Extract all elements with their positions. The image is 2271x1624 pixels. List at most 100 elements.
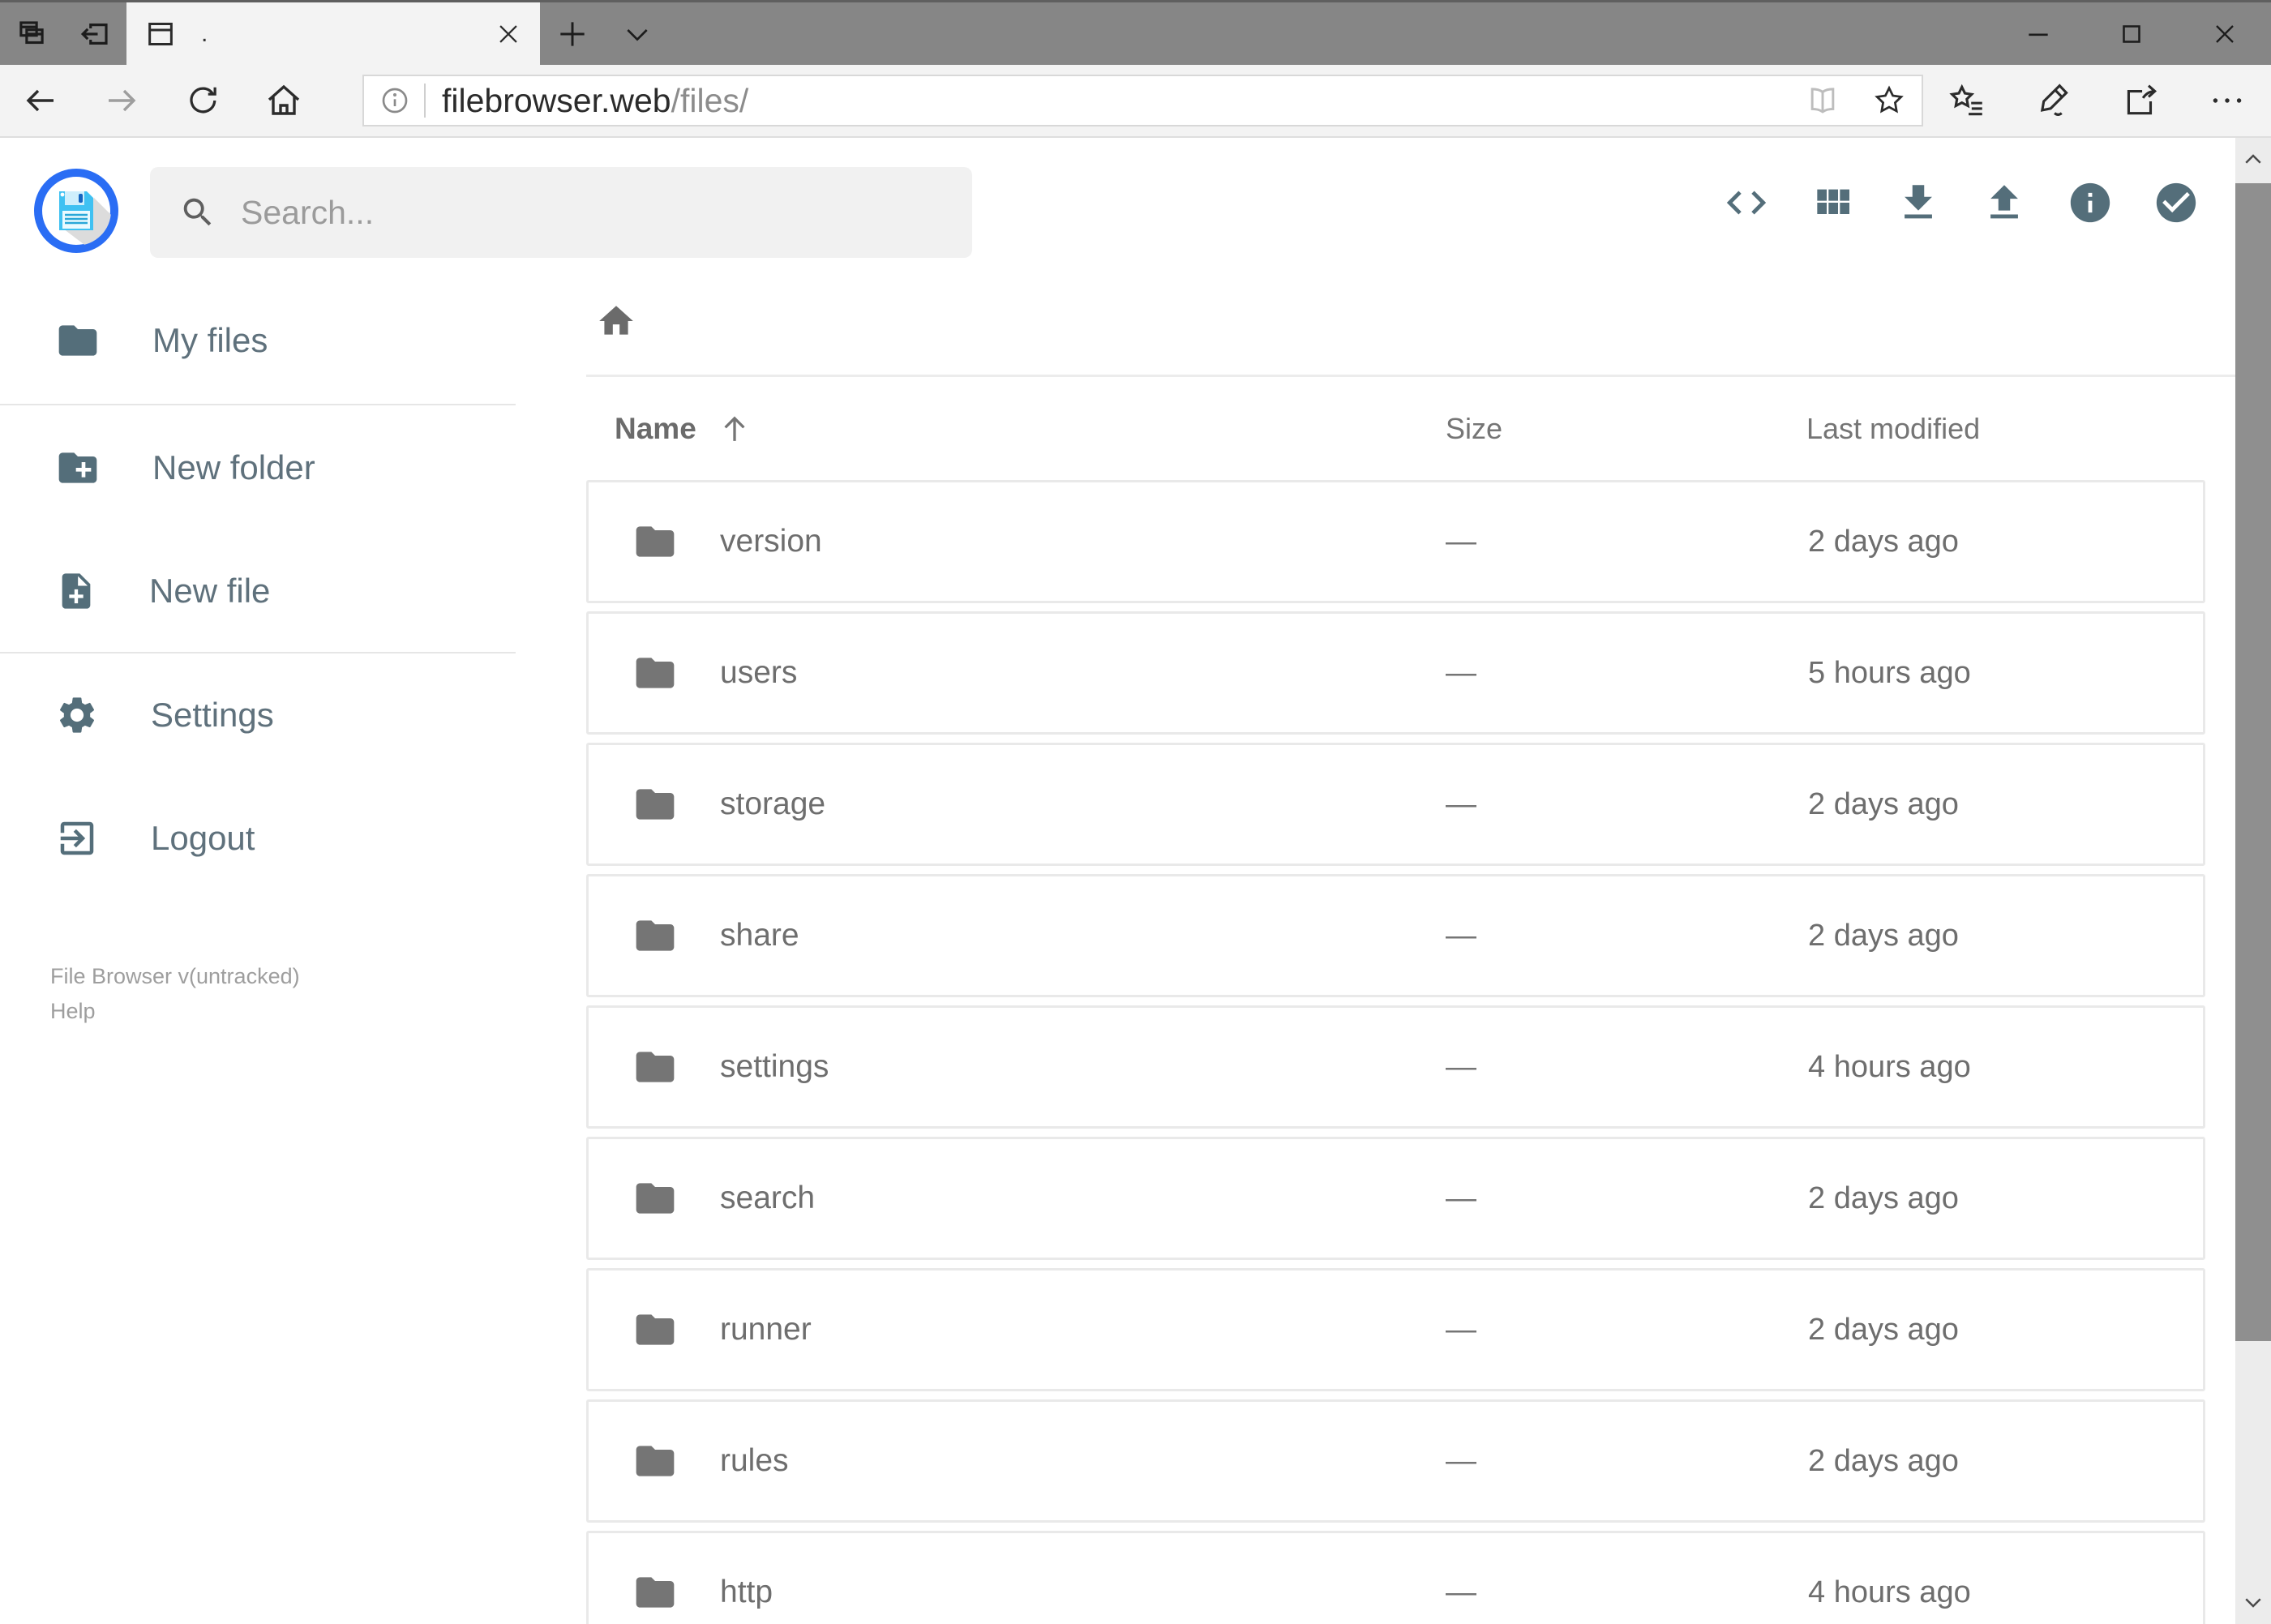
new-file-icon [55, 570, 97, 612]
file-size: — [1446, 524, 1476, 559]
shell-button[interactable] [1723, 179, 1770, 226]
scroll-down-button[interactable] [2235, 1580, 2271, 1624]
file-row-storage[interactable]: storage — 2 days ago [586, 743, 2205, 866]
file-row-users[interactable]: users — 5 hours ago [586, 611, 2205, 735]
refresh-icon [184, 82, 221, 119]
search-bar[interactable] [150, 167, 972, 258]
file-size: — [1446, 918, 1476, 953]
hub-button[interactable] [1923, 64, 2010, 137]
check-circle-icon [2153, 179, 2200, 226]
gear-icon [55, 693, 99, 737]
info-icon [2067, 179, 2114, 226]
folder-icon [632, 1438, 678, 1484]
sidebar-item-label: New folder [152, 448, 315, 486]
upload-button[interactable] [1981, 179, 2028, 226]
window-close-button[interactable] [2178, 2, 2271, 65]
web-note-button[interactable] [2010, 64, 2097, 137]
folder-icon [632, 519, 678, 564]
sidebar-item-new-file[interactable]: New file [0, 551, 586, 632]
file-name: users [720, 655, 798, 690]
home-icon [264, 81, 303, 120]
maximize-button[interactable] [2085, 2, 2178, 65]
home-icon[interactable] [596, 301, 636, 341]
folder-icon [632, 1176, 678, 1221]
forward-button[interactable] [81, 64, 162, 137]
settings-menu-button[interactable] [2183, 64, 2270, 137]
file-name: version [720, 524, 822, 559]
forward-icon [102, 81, 141, 120]
floppy-disk-logo-icon [34, 169, 118, 253]
search-input[interactable] [241, 193, 930, 232]
home-button[interactable] [243, 64, 324, 137]
file-name: rules [720, 1443, 789, 1478]
select-multiple-button[interactable] [2153, 179, 2200, 226]
file-size: — [1446, 1181, 1476, 1215]
column-header-size[interactable]: Size [1446, 412, 1502, 446]
page-scrollbar[interactable] [2235, 138, 2271, 1624]
tab-title: . [201, 19, 208, 47]
sidebar-item-new-folder[interactable]: New folder [0, 427, 586, 508]
browser-tab[interactable]: . [126, 2, 540, 65]
file-rows: version — 2 days ago users — 5 hours ago… [586, 480, 2235, 1624]
minimize-button[interactable] [1991, 2, 2085, 65]
share-button[interactable] [2097, 64, 2183, 137]
info-icon[interactable] [379, 84, 411, 117]
tabs-dropdown-button[interactable] [605, 2, 670, 65]
download-button[interactable] [1895, 179, 1942, 226]
back-icon [21, 81, 60, 120]
sidebar-item-my-files[interactable]: My files [0, 300, 586, 381]
header-toolbar [1723, 138, 2200, 268]
file-modified: 4 hours ago [1808, 1575, 1971, 1609]
file-modified: 5 hours ago [1808, 655, 1971, 690]
file-row-search[interactable]: search — 2 days ago [586, 1137, 2205, 1260]
scrollbar-thumb[interactable] [2235, 183, 2271, 1341]
folder-icon [632, 1570, 678, 1615]
sidebar-item-label: Logout [151, 819, 255, 857]
refresh-button[interactable] [162, 64, 243, 137]
minimize-icon [2022, 18, 2055, 50]
browser-navbar: filebrowser.web/files/ [0, 65, 2271, 138]
file-name: settings [720, 1049, 829, 1084]
close-icon [2209, 18, 2241, 50]
favorite-star-button[interactable] [1871, 83, 1907, 118]
url-bar[interactable]: filebrowser.web/files/ [362, 75, 1923, 126]
grid-view-button[interactable] [1809, 179, 1856, 226]
file-row-rules[interactable]: rules — 2 days ago [586, 1399, 2205, 1523]
logout-icon [55, 816, 99, 860]
app-header [0, 138, 2271, 268]
column-header-modified[interactable]: Last modified [1806, 412, 1980, 446]
file-listing: Name Size Last modified version — 2 days… [586, 268, 2235, 1624]
new-tab-button[interactable] [540, 2, 605, 65]
sidebar-item-logout[interactable]: Logout [0, 798, 586, 879]
file-row-share[interactable]: share — 2 days ago [586, 874, 2205, 997]
tab-close-button[interactable] [495, 20, 522, 48]
file-row-version[interactable]: version — 2 days ago [586, 480, 2205, 603]
info-button[interactable] [2067, 179, 2114, 226]
reading-view-button[interactable] [1805, 83, 1840, 118]
file-size: — [1446, 1049, 1476, 1084]
file-size: — [1446, 1443, 1476, 1478]
file-row-settings[interactable]: settings — 4 hours ago [586, 1005, 2205, 1129]
folder-icon [632, 1044, 678, 1090]
set-tabs-aside-button[interactable] [63, 2, 126, 65]
download-icon [1895, 179, 1942, 226]
file-row-runner[interactable]: runner — 2 days ago [586, 1268, 2205, 1391]
filebrowser-logo[interactable] [34, 169, 118, 253]
sidebar-item-settings[interactable]: Settings [0, 675, 586, 756]
tab-preview-button[interactable] [0, 2, 63, 65]
help-link[interactable]: Help [50, 999, 586, 1024]
folder-icon [55, 318, 101, 363]
file-modified: 2 days ago [1808, 786, 1959, 821]
page-icon [144, 18, 177, 50]
url-separator [424, 84, 426, 118]
file-row-http[interactable]: http — 4 hours ago [586, 1531, 2205, 1624]
app-version: File Browser v(untracked) [50, 964, 300, 988]
sidebar: My files New folder New file Settings Lo… [0, 268, 586, 1624]
back-button[interactable] [0, 64, 81, 137]
url-host: filebrowser.web [442, 81, 671, 119]
tabs-dropdown-icon [621, 18, 653, 50]
chevron-down-icon [2241, 1590, 2265, 1614]
scroll-up-button[interactable] [2235, 138, 2271, 182]
grid-view-icon [1810, 180, 1855, 225]
column-header-name[interactable]: Name [615, 412, 752, 446]
